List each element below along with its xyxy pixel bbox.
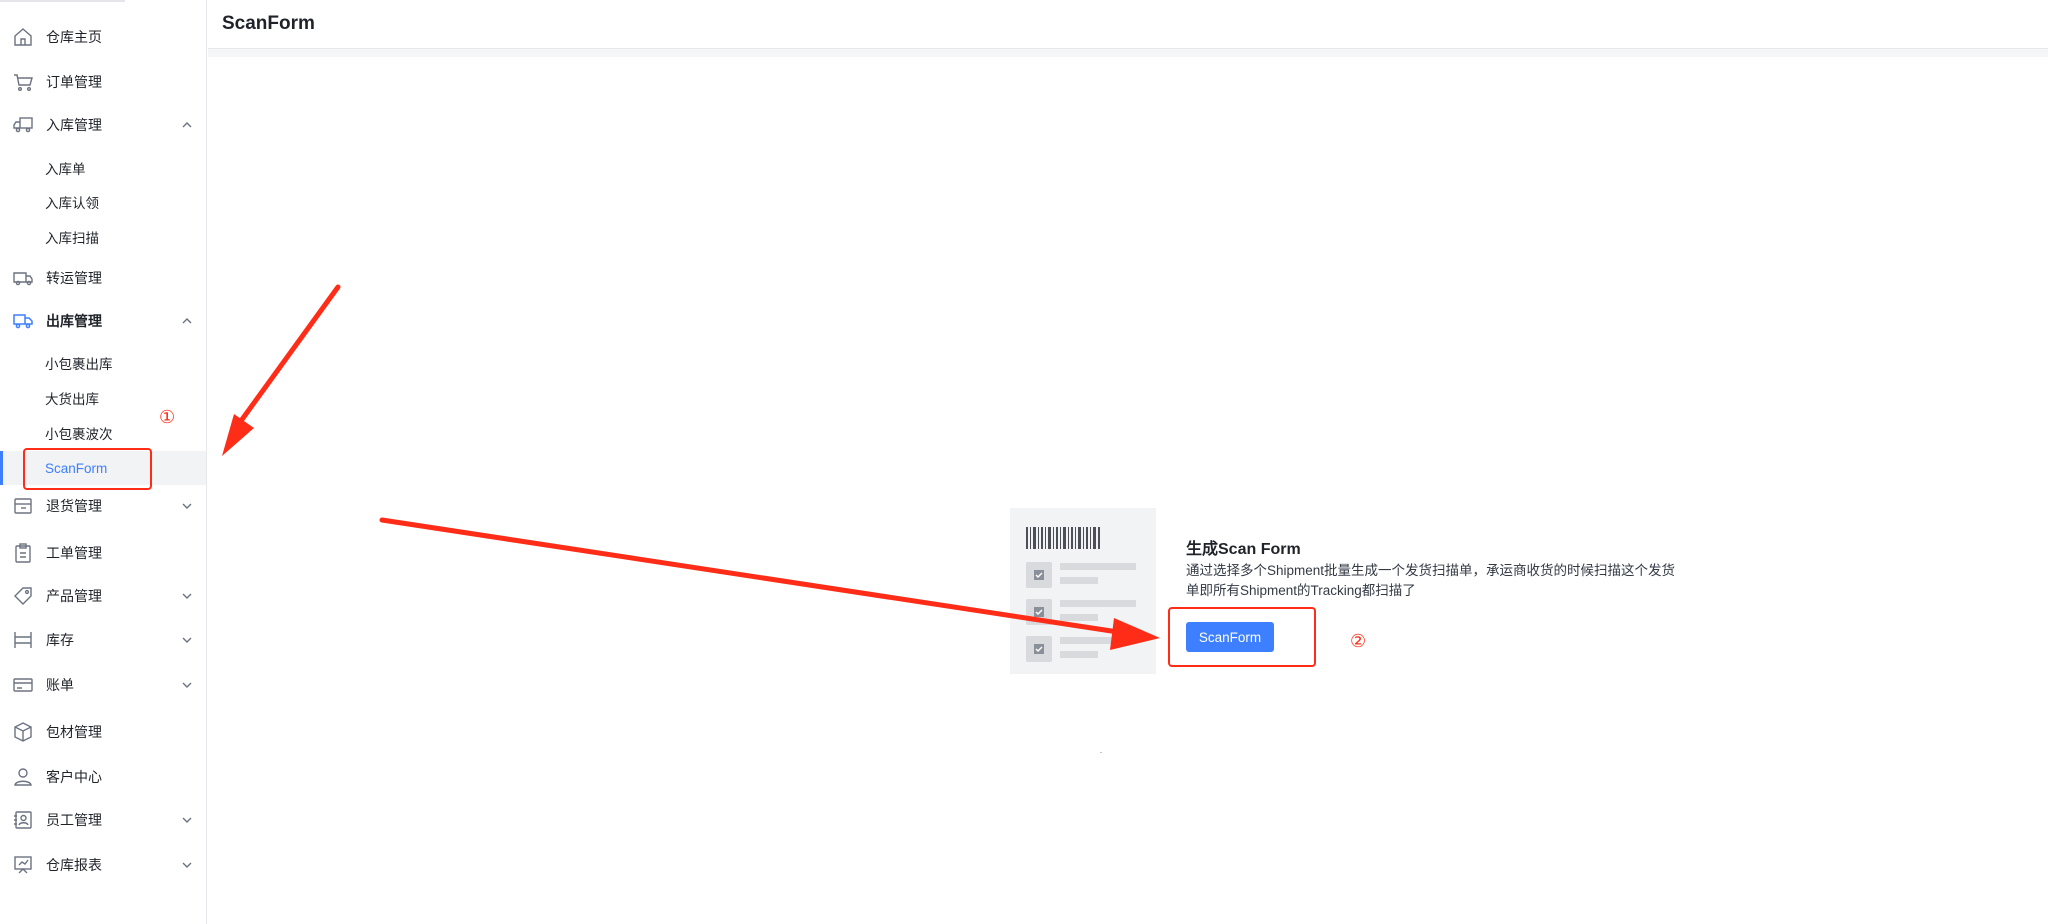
chevron-down-icon bbox=[182, 593, 192, 599]
sidebar-item-packaging[interactable]: 包材管理 bbox=[0, 714, 206, 750]
sidebar-item-orders[interactable]: 订单管理 bbox=[0, 64, 206, 100]
checkbox-icon bbox=[1026, 636, 1052, 662]
sidebar-item-label: 退货管理 bbox=[46, 498, 102, 514]
chevron-up-icon bbox=[182, 122, 192, 128]
sidebar-item-label: 员工管理 bbox=[46, 812, 102, 828]
page-header: ScanForm bbox=[208, 0, 2048, 49]
stray-dot bbox=[1100, 752, 1102, 753]
sidebar-item-label: 工单管理 bbox=[46, 545, 102, 561]
sidebar-item-work-orders[interactable]: 工单管理 bbox=[0, 535, 206, 571]
header-divider bbox=[208, 49, 2048, 57]
sidebar-subitem-inbound-claim[interactable]: 入库认领 bbox=[0, 185, 206, 219]
sidebar-item-inbound[interactable]: 入库管理 bbox=[0, 107, 206, 143]
sidebar-subitem-inbound-order[interactable]: 入库单 bbox=[0, 151, 206, 185]
return-icon bbox=[12, 495, 34, 517]
annotation-box-2 bbox=[1168, 607, 1316, 667]
sidebar-item-outbound[interactable]: 出库管理 bbox=[0, 303, 206, 339]
annotation-marker-2: ② bbox=[1350, 631, 1367, 652]
card-icon bbox=[12, 674, 34, 696]
annotation-arrows bbox=[222, 284, 1160, 650]
sidebar-subitem-label: 小包裹波次 bbox=[45, 427, 113, 442]
sidebar-subitem-inbound-scan[interactable]: 入库扫描 bbox=[0, 220, 206, 254]
sidebar-subitem-label: 入库认领 bbox=[45, 196, 99, 211]
sidebar-subitem-label: 小包裹出库 bbox=[45, 357, 113, 372]
sidebar-item-warehouse-home[interactable]: 仓库主页 bbox=[0, 19, 206, 55]
sidebar-subitem-small-parcel-outbound[interactable]: 小包裹出库 bbox=[0, 346, 206, 380]
sidebar-item-label: 订单管理 bbox=[46, 74, 102, 90]
sidebar-top-strip bbox=[0, 0, 125, 2]
chevron-down-icon bbox=[182, 817, 192, 823]
sidebar-item-transfer[interactable]: 转运管理 bbox=[0, 260, 206, 296]
sidebar-item-label: 账单 bbox=[46, 677, 74, 693]
placeholder-line bbox=[1060, 637, 1136, 644]
annotation-box-1 bbox=[23, 448, 152, 490]
box-icon bbox=[12, 721, 34, 743]
illustration-row bbox=[1026, 562, 1138, 588]
placeholder-line bbox=[1060, 614, 1098, 621]
sidebar-item-label: 转运管理 bbox=[46, 270, 102, 286]
chevron-up-icon bbox=[182, 318, 192, 324]
page-title: ScanForm bbox=[222, 13, 315, 34]
sidebar-subitem-label: 大货出库 bbox=[45, 392, 99, 407]
sidebar-subitem-label: 入库扫描 bbox=[45, 231, 99, 246]
sidebar-item-label: 库存 bbox=[46, 632, 74, 648]
clipboard-icon bbox=[12, 542, 34, 564]
placeholder-line bbox=[1060, 563, 1136, 570]
sidebar-item-label: 入库管理 bbox=[46, 117, 102, 133]
home-icon bbox=[12, 26, 34, 48]
checkbox-icon bbox=[1026, 599, 1052, 625]
sidebar-item-reports[interactable]: 仓库报表 bbox=[0, 847, 206, 883]
empty-state-title: 生成Scan Form bbox=[1186, 541, 1301, 558]
scanform-illustration bbox=[1010, 508, 1156, 674]
sidebar-item-label: 客户中心 bbox=[46, 769, 102, 785]
transfer-truck-icon bbox=[12, 267, 34, 289]
cart-icon bbox=[12, 71, 34, 93]
sidebar-item-inventory[interactable]: 库存 bbox=[0, 622, 206, 658]
app-root: 仓库主页 订单管理 入库管理 入库单 入库认领 入库扫描 转运管理 出库管理 小… bbox=[0, 0, 2048, 924]
truck-outbound-icon bbox=[12, 310, 34, 332]
sidebar-item-staff[interactable]: 员工管理 bbox=[0, 802, 206, 838]
barcode-icon bbox=[1026, 527, 1100, 549]
contacts-icon bbox=[12, 809, 34, 831]
sidebar-item-customers[interactable]: 客户中心 bbox=[0, 759, 206, 795]
arrow-to-sidebar-scanform bbox=[222, 284, 341, 456]
chevron-down-icon bbox=[182, 682, 192, 688]
sidebar-item-returns[interactable]: 退货管理 bbox=[0, 488, 206, 524]
placeholder-line bbox=[1060, 600, 1136, 607]
report-icon bbox=[12, 854, 34, 876]
sidebar-item-bills[interactable]: 账单 bbox=[0, 667, 206, 703]
tag-icon bbox=[12, 585, 34, 607]
user-icon bbox=[12, 766, 34, 788]
sidebar-item-label: 包材管理 bbox=[46, 724, 102, 740]
sidebar-item-label: 仓库报表 bbox=[46, 857, 102, 873]
illustration-row bbox=[1026, 599, 1138, 625]
truck-inbound-icon bbox=[12, 114, 34, 136]
placeholder-line bbox=[1060, 651, 1098, 658]
chevron-down-icon bbox=[182, 503, 192, 509]
placeholder-line bbox=[1060, 577, 1098, 584]
sidebar-item-products[interactable]: 产品管理 bbox=[0, 578, 206, 614]
empty-state-description: 通过选择多个Shipment批量生成一个发货扫描单，承运商收货的时候扫描这个发货… bbox=[1186, 563, 1676, 598]
sidebar-item-label: 仓库主页 bbox=[46, 29, 102, 45]
shelf-icon bbox=[12, 629, 34, 651]
sidebar-item-label: 产品管理 bbox=[46, 588, 102, 604]
checkbox-icon bbox=[1026, 562, 1052, 588]
chevron-down-icon bbox=[182, 637, 192, 643]
illustration-row bbox=[1026, 636, 1138, 662]
sidebar-item-label: 出库管理 bbox=[46, 313, 102, 329]
sidebar-subitem-label: 入库单 bbox=[45, 162, 86, 177]
selected-indicator bbox=[0, 451, 3, 485]
annotation-marker-1: ① bbox=[159, 407, 176, 428]
chevron-down-icon bbox=[182, 862, 192, 868]
